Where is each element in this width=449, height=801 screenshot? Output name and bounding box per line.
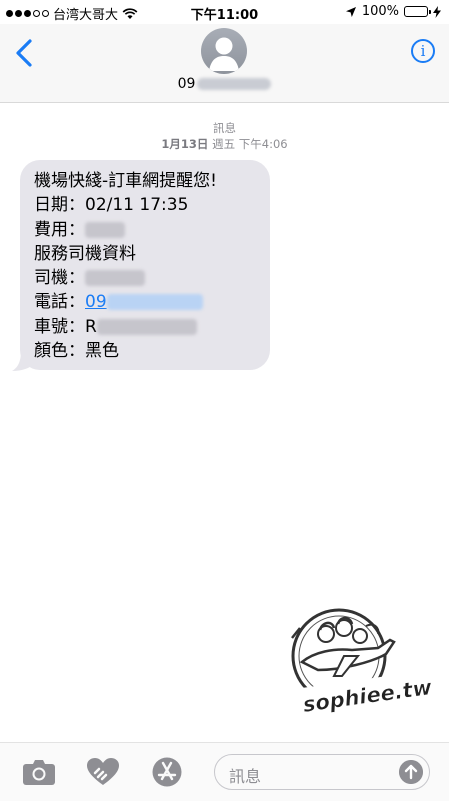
message-line-plate: 車號：R (34, 315, 217, 339)
redacted-number (197, 78, 272, 90)
contact-number[interactable]: 09 (0, 76, 449, 92)
battery-percent: 100% (361, 4, 399, 19)
watermark-logo: sophiee.tw (291, 608, 432, 718)
battery-icon (404, 6, 431, 17)
message-timestamp: 1月13日 週五 下午4:06 (0, 136, 449, 152)
message-line-color: 顏色：黑色 (34, 341, 119, 362)
camera-icon[interactable] (22, 757, 56, 787)
fee-label: 費用： (34, 219, 85, 240)
date-value: 02/11 17:35 (85, 195, 189, 216)
message-input-placeholder: 訊息 (229, 767, 262, 786)
back-chevron-icon[interactable] (12, 38, 36, 68)
date-label: 日期： (34, 195, 85, 216)
conversation-type-label: 訊息 (213, 121, 236, 135)
charging-bolt-icon (433, 5, 441, 18)
message-line-fee: 費用： (34, 218, 217, 242)
location-arrow-icon (345, 6, 356, 17)
message-line-date: 日期：02/11 17:35 (34, 193, 217, 217)
message-weekday-time: 週五 下午4:06 (212, 137, 288, 151)
app-store-icon[interactable] (150, 757, 184, 787)
digital-touch-heart-icon[interactable] (86, 757, 120, 787)
bubble-tail (12, 350, 34, 371)
phone-label: 電話： (34, 292, 85, 313)
plate-label: 車號： (34, 316, 85, 337)
message-input[interactable]: 訊息 (214, 754, 430, 790)
conversation-header: 09 i (0, 24, 449, 103)
redacted-driver-name (85, 270, 145, 287)
redacted-phone[interactable] (106, 294, 203, 311)
phone-link[interactable]: 09 (85, 292, 107, 312)
status-bar: 台湾大哥大 下午11:00 100% (0, 0, 449, 24)
message-text: 機場快綫-訂車網提醒您! 日期：02/11 17:35 費用： 服務司機資料 司… (34, 169, 217, 363)
driver-label: 司機： (34, 268, 85, 289)
plate-prefix: R (85, 316, 97, 337)
person-silhouette-icon (209, 37, 239, 71)
contact-number-prefix: 09 (177, 76, 196, 92)
message-line-driver-info: 服務司機資料 (34, 243, 136, 264)
message-line-1: 機場快綫-訂車網提醒您! (34, 171, 217, 191)
compose-bar: 訊息 (0, 742, 449, 801)
info-icon[interactable]: i (411, 39, 435, 63)
message-date: 1月13日 (161, 137, 209, 151)
send-arrow-icon[interactable] (399, 760, 423, 784)
redacted-plate (96, 318, 197, 335)
redacted-fee (85, 221, 125, 238)
message-line-phone: 電話：09 (34, 290, 217, 314)
status-right: 100% (345, 4, 441, 19)
message-line-driver: 司機： (34, 266, 217, 290)
contact-avatar[interactable] (201, 28, 247, 74)
